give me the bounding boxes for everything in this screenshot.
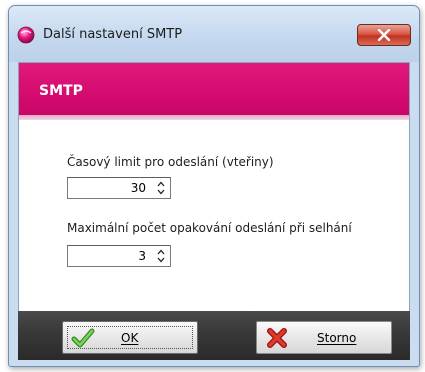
max-retries-stepper[interactable]: 3: [67, 245, 171, 267]
button-bar: OK Storno: [18, 311, 410, 360]
header-band: SMTP: [19, 63, 409, 120]
cancel-button[interactable]: Storno: [256, 321, 392, 354]
chevron-down-icon[interactable]: [157, 189, 165, 195]
chevron-down-icon[interactable]: [157, 257, 165, 263]
max-retries-label: Maximální počet opakování odeslání při s…: [67, 221, 352, 235]
window-title: Další nastavení SMTP: [43, 27, 183, 42]
close-icon: [377, 29, 391, 41]
close-button[interactable]: [357, 24, 411, 46]
pink-orb-icon: [17, 26, 35, 44]
green-checkmark-icon: [71, 327, 95, 349]
section-title: SMTP: [39, 83, 83, 99]
chevron-up-icon[interactable]: [157, 181, 165, 187]
timeout-value[interactable]: 30: [131, 181, 146, 195]
title-bar: Další nastavení SMTP: [9, 6, 419, 62]
max-retries-value[interactable]: 3: [138, 249, 146, 263]
ok-label: OK: [121, 331, 139, 345]
max-retries-spin-arrows[interactable]: [155, 248, 167, 264]
timeout-label: Časový limit pro odeslání (vteřiny): [67, 155, 274, 169]
red-x-icon: [265, 327, 289, 349]
ok-button[interactable]: OK: [62, 321, 198, 354]
chevron-up-icon[interactable]: [157, 249, 165, 255]
timeout-spin-arrows[interactable]: [155, 180, 167, 196]
cancel-label: Storno: [317, 331, 357, 345]
dialog-window: Další nastavení SMTP SMTP Časový limit p…: [8, 5, 420, 367]
timeout-stepper[interactable]: 30: [67, 177, 171, 199]
